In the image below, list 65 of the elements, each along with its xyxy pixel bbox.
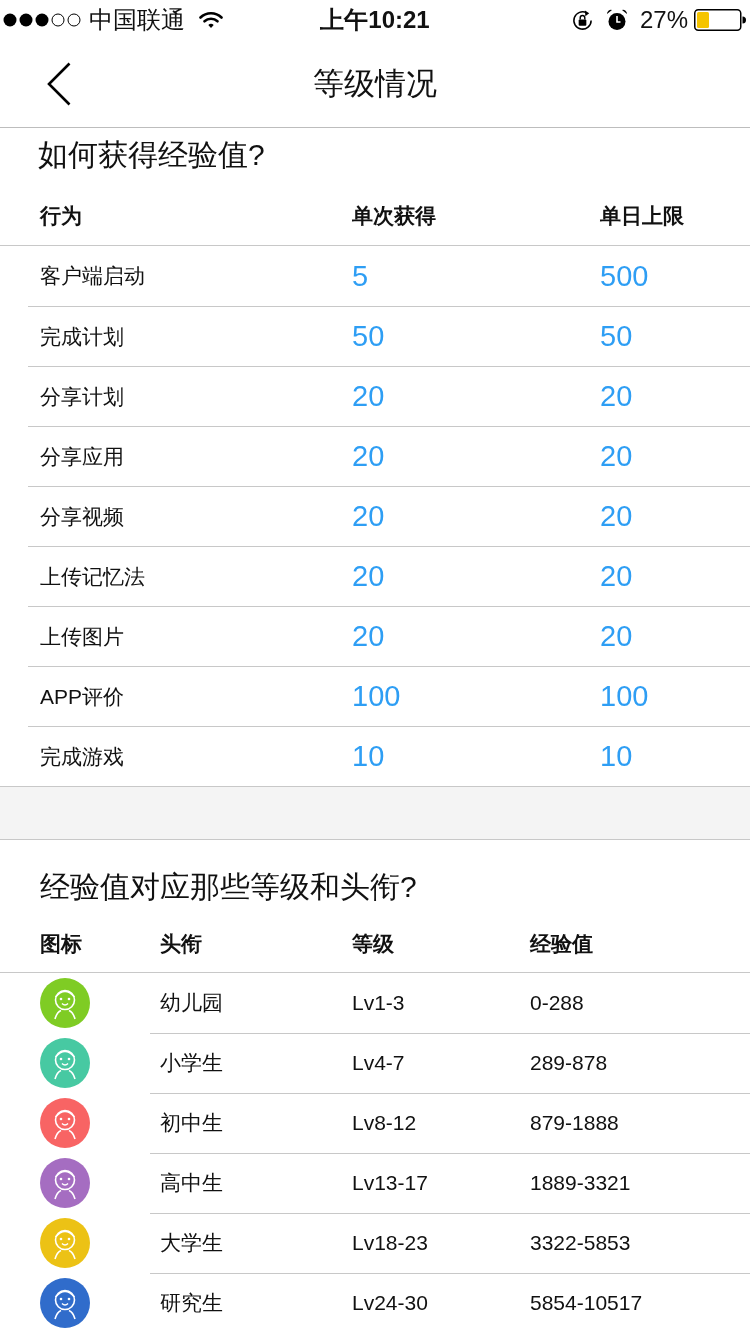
experience-cell: 289-878 xyxy=(530,1051,608,1075)
title-cell-text: 大学生 xyxy=(160,1230,223,1256)
action-cell-text: 分享视频 xyxy=(40,503,125,530)
action-cell-text: 上传图片 xyxy=(40,623,125,650)
action-cell-text: 分享计划 xyxy=(40,383,125,410)
alarm-clock-icon xyxy=(605,9,628,31)
title-cell-text: 幼儿园 xyxy=(160,990,223,1016)
column-header: 经验值 xyxy=(530,930,594,957)
action-cell-text: APP评价 xyxy=(40,683,126,710)
experience-cell: 3322-5853 xyxy=(530,1231,631,1255)
points-per-time-cell: 100 xyxy=(352,680,401,713)
experience-cell: 0-288 xyxy=(530,991,584,1015)
title-cell-text: 初中生 xyxy=(160,1110,223,1136)
daily-limit-cell: 20 xyxy=(600,620,633,653)
section-title: 经验值对应那些等级和头衔? xyxy=(39,869,418,905)
daily-limit-cell: 20 xyxy=(600,440,633,473)
title-cell-text: 小学生 xyxy=(160,1050,223,1076)
daily-limit-cell: 50 xyxy=(600,320,633,353)
carrier-name: 中国联通 xyxy=(89,5,185,35)
daily-limit-cell: 100 xyxy=(600,680,649,713)
daily-limit-cell: 20 xyxy=(600,380,633,413)
page-title: 等级情况 xyxy=(313,64,437,103)
chevron-left-icon xyxy=(47,61,71,106)
experience-cell: 5854-10517 xyxy=(530,1291,643,1315)
points-per-time-cell: 20 xyxy=(352,500,385,533)
points-per-time-cell: 5 xyxy=(352,259,369,293)
section-title: 如何获得经验值? xyxy=(37,137,266,173)
orientation-lock-icon xyxy=(570,8,594,32)
action-cell-text: 上传记忆法 xyxy=(40,563,146,590)
signal-strength-icon xyxy=(3,13,81,27)
daily-limit-cell: 20 xyxy=(600,500,633,533)
battery-percent: 27% xyxy=(639,6,688,34)
column-header: 行为 xyxy=(40,202,83,229)
level-cell: Lv1-3 xyxy=(352,991,405,1015)
action-cell-text: 完成计划 xyxy=(40,323,125,350)
level-cell: Lv13-17 xyxy=(352,1171,428,1195)
status-time: 上午10:21 xyxy=(320,5,430,35)
points-per-time-cell: 50 xyxy=(352,320,385,353)
action-cell-text: 完成游戏 xyxy=(40,743,125,770)
wifi-icon xyxy=(199,11,223,29)
points-per-time-cell: 20 xyxy=(352,380,385,413)
level-cell: Lv4-7 xyxy=(352,1051,405,1075)
battery-icon xyxy=(694,9,746,31)
title-cell-text: 研究生 xyxy=(160,1290,223,1316)
column-header: 头衔 xyxy=(160,930,203,957)
daily-limit-cell: 10 xyxy=(600,740,633,773)
level-cell: Lv8-12 xyxy=(352,1111,417,1135)
points-per-time-cell: 20 xyxy=(352,560,385,593)
daily-limit-cell: 20 xyxy=(600,560,633,593)
experience-cell: 879-1888 xyxy=(530,1111,619,1135)
column-header: 等级 xyxy=(352,930,395,957)
points-per-time-cell: 20 xyxy=(352,620,385,653)
column-header: 单次获得 xyxy=(352,202,437,229)
title-cell-text: 高中生 xyxy=(160,1170,223,1196)
action-cell-text: 分享应用 xyxy=(40,443,125,470)
level-cell: Lv24-30 xyxy=(352,1291,428,1315)
experience-cell: 1889-3321 xyxy=(530,1171,631,1195)
daily-limit-cell: 500 xyxy=(600,259,649,293)
back-button[interactable] xyxy=(47,61,71,106)
points-per-time-cell: 20 xyxy=(352,440,385,473)
level-cell: Lv18-23 xyxy=(352,1231,428,1255)
column-header: 图标 xyxy=(40,930,83,957)
points-per-time-cell: 10 xyxy=(352,740,385,773)
column-header: 单日上限 xyxy=(600,202,685,229)
action-cell-text: 客户端启动 xyxy=(40,263,146,289)
